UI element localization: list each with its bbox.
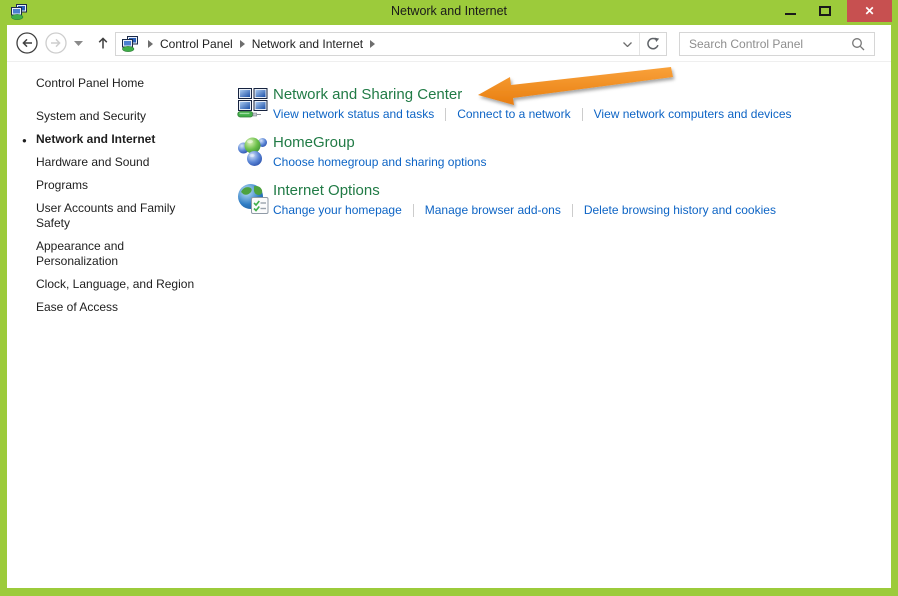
breadcrumb-control-panel[interactable]: Control Panel — [160, 37, 233, 51]
back-button[interactable] — [16, 32, 38, 54]
minimize-icon — [785, 13, 796, 15]
sidebar-item-clock-language-region[interactable]: Clock, Language, and Region — [36, 277, 204, 292]
address-bar[interactable]: Control Panel Network and Internet — [115, 32, 667, 56]
network-breadcrumb-icon — [122, 36, 138, 52]
link-separator — [413, 204, 414, 217]
breadcrumb-chevron-icon[interactable] — [363, 40, 382, 48]
close-button[interactable]: ✕ — [847, 0, 892, 22]
sidebar-item-ease-of-access[interactable]: Ease of Access — [36, 300, 204, 315]
recent-pages-dropdown[interactable] — [74, 41, 83, 46]
section-network-and-sharing-center: Network and Sharing Center View network … — [237, 85, 891, 122]
link-separator — [445, 108, 446, 121]
window-controls: ✕ — [775, 0, 892, 22]
titlebar: Network and Internet ✕ — [0, 0, 898, 25]
window-title: Network and Internet — [0, 4, 898, 18]
section-title-network-sharing-center[interactable]: Network and Sharing Center — [273, 85, 792, 104]
breadcrumb-chevron-icon[interactable] — [141, 40, 160, 48]
sidebar-item-hardware-and-sound[interactable]: Hardware and Sound — [36, 155, 204, 170]
close-icon: ✕ — [864, 4, 874, 18]
maximize-button[interactable] — [810, 0, 839, 22]
maximize-icon — [819, 6, 831, 16]
section-internet-options: Internet Options Change your homepage Ma… — [237, 181, 891, 218]
sidebar-item-network-and-internet[interactable]: ● Network and Internet — [36, 132, 204, 147]
up-button[interactable] — [95, 35, 111, 51]
navigation-toolbar: Control Panel Network and Internet — [7, 25, 891, 62]
address-bar-controls — [615, 33, 666, 55]
sidebar-item-user-accounts[interactable]: User Accounts and Family Safety — [36, 201, 204, 231]
sidebar-item-label: Network and Internet — [36, 132, 155, 146]
search-input[interactable] — [680, 37, 851, 51]
window-body: Control Panel Network and Internet — [7, 25, 891, 588]
internet-options-icon[interactable] — [237, 183, 269, 215]
breadcrumb-network-and-internet[interactable]: Network and Internet — [252, 37, 363, 51]
sidebar-item-programs[interactable]: Programs — [36, 178, 204, 193]
sidebar-item-control-panel-home[interactable]: Control Panel Home — [36, 76, 225, 91]
sidebar-item-system-and-security[interactable]: System and Security — [36, 109, 204, 124]
minimize-button[interactable] — [775, 0, 805, 22]
section-title-internet-options[interactable]: Internet Options — [273, 181, 776, 200]
link-choose-homegroup-options[interactable]: Choose homegroup and sharing options — [273, 155, 486, 170]
section-homegroup: HomeGroup Choose homegroup and sharing o… — [237, 133, 891, 170]
link-separator — [572, 204, 573, 217]
link-separator — [582, 108, 583, 121]
link-change-homepage[interactable]: Change your homepage — [273, 203, 402, 218]
link-view-network-computers[interactable]: View network computers and devices — [594, 107, 792, 122]
sidebar: Control Panel Home System and Security ●… — [7, 62, 225, 588]
search-icon[interactable] — [851, 37, 865, 51]
page-body: Control Panel Home System and Security ●… — [7, 62, 891, 588]
breadcrumb-chevron-icon[interactable] — [233, 40, 252, 48]
network-sharing-center-icon[interactable] — [237, 87, 269, 119]
sidebar-item-appearance[interactable]: Appearance and Personalization — [36, 239, 204, 269]
forward-button[interactable] — [45, 32, 67, 54]
search-box — [679, 32, 875, 56]
section-title-homegroup[interactable]: HomeGroup — [273, 133, 486, 152]
link-delete-browsing-history[interactable]: Delete browsing history and cookies — [584, 203, 776, 218]
refresh-button[interactable] — [640, 33, 666, 55]
link-connect-to-network[interactable]: Connect to a network — [457, 107, 570, 122]
link-manage-browser-addons[interactable]: Manage browser add-ons — [425, 203, 561, 218]
link-view-network-status[interactable]: View network status and tasks — [273, 107, 434, 122]
homegroup-icon[interactable] — [237, 135, 269, 167]
active-bullet-icon: ● — [22, 133, 27, 148]
main-content: Network and Sharing Center View network … — [225, 62, 891, 588]
address-dropdown-button[interactable] — [615, 33, 639, 55]
